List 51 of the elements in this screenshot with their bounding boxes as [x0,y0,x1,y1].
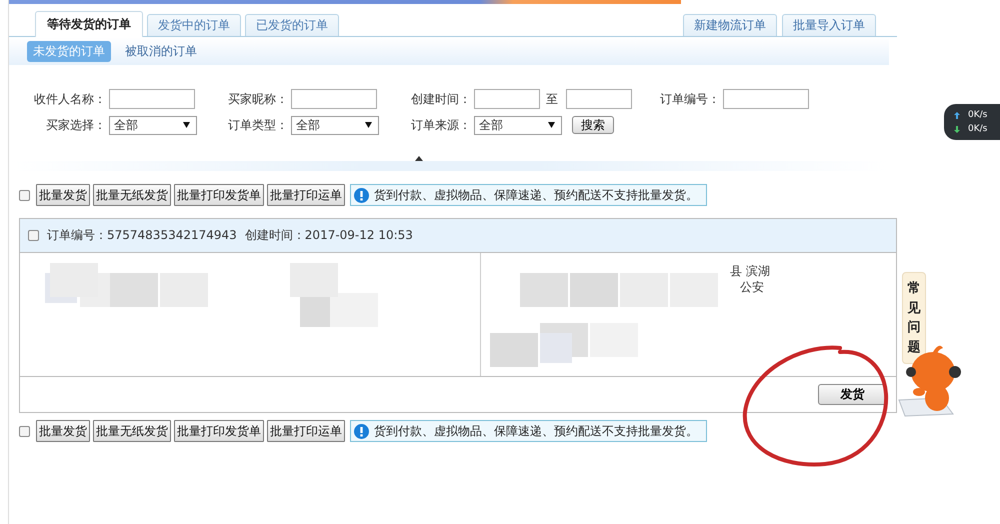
tab-button[interactable]: 批量导入订单 [782,14,876,36]
search-button[interactable]: 搜索 [572,116,614,134]
batch-button[interactable]: 批量无纸发货 [93,420,171,442]
info-icon [354,424,369,438]
caret-icon [365,122,372,128]
text-field[interactable] [109,89,195,109]
address-text: 公安 [739,279,765,295]
field-label: 订单类型： [227,116,288,134]
batch-button[interactable]: 批量无纸发货 [93,184,171,206]
info-icon [354,188,369,202]
tab[interactable]: 发货中的订单 [147,14,241,36]
ship-button[interactable]: 发货 [818,384,887,405]
field-label: 买家昵称： [227,90,288,108]
batch-button[interactable]: 批量打印发货单 [174,420,264,442]
field-label: 订单来源： [410,116,471,134]
dropdown[interactable]: 全部 [109,116,197,134]
dropdown[interactable]: 全部 [291,116,379,134]
field-label: 收件人名称： [33,90,106,108]
tab-button[interactable]: 新建物流订单 [683,14,777,36]
field-label: 创建时间： [410,90,471,108]
batch-button[interactable]: 批量打印发货单 [174,184,264,206]
upload-speed: 0K/s [968,110,988,120]
batch-button[interactable]: 批量打印运单 [267,184,345,206]
batch-button[interactable]: 批量发货 [36,184,90,206]
tab[interactable]: 已发货的订单 [245,14,339,36]
help-bubble[interactable]: 常见问题 [902,272,926,364]
range-separator: 至 [546,90,558,108]
notice-text: 货到付款、虚拟物品、保障速递、预约配送不支持批量发货。 [374,422,698,440]
dropdown[interactable]: 全部 [474,116,562,134]
field-label: 买家选择： [45,116,106,134]
checkbox[interactable] [28,230,39,241]
caret-icon [548,122,555,128]
upload-arrow-icon [954,112,960,118]
order-time: 创建时间：2017-09-12 10:53 [244,227,413,244]
address-text: 县 滨湖 [730,263,770,279]
notice-text: 货到付款、虚拟物品、保障速递、预约配送不支持批量发货。 [374,186,698,204]
caret-icon [183,122,190,128]
sub-tab[interactable]: 被取消的订单 [119,40,203,62]
order-number: 订单编号：57574835342174943 [47,227,237,244]
field-label: 订单编号： [659,90,720,108]
batch-button[interactable]: 批量打印运单 [267,420,345,442]
download-speed: 0K/s [968,124,988,134]
text-field[interactable] [291,89,377,109]
text-field[interactable] [723,89,809,109]
tab[interactable]: 等待发货的订单 [35,11,143,37]
date-field[interactable] [566,89,632,109]
checkbox[interactable] [19,426,30,436]
checkbox[interactable] [19,190,30,200]
date-field[interactable] [474,89,540,109]
batch-button[interactable]: 批量发货 [36,420,90,442]
download-arrow-icon [954,126,960,132]
